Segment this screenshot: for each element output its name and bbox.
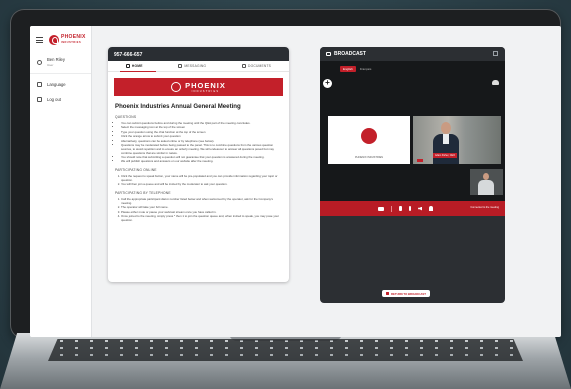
meeting-document: Phoenix Industries Annual General Meetin… <box>108 96 289 223</box>
phoenix-banner: PHOENIX INDUSTRIES <box>114 78 283 96</box>
person-icon[interactable] <box>429 206 434 211</box>
volume-icon[interactable] <box>418 206 423 211</box>
return-to-broadcast-button[interactable]: RETURN TO BROADCAST <box>382 290 430 297</box>
questions-list: You can submit questions before and duri… <box>115 121 282 164</box>
active-tab-indicator <box>120 71 156 72</box>
logout-icon <box>37 97 42 102</box>
left-nav: PHOENIX INDUSTRIES Ben Riley User Langua… <box>30 26 92 337</box>
call-controls: Connected to the meeting <box>320 201 505 216</box>
camera-icon[interactable] <box>378 206 384 211</box>
meeting-id: 957-666-657 <box>108 47 289 61</box>
nav-user[interactable]: Ben Riley User <box>30 52 91 74</box>
broadcast-icon <box>326 52 331 56</box>
list-item: Once joined to the meeting, simply press… <box>121 214 282 223</box>
user-icon <box>37 59 42 65</box>
expand-icon[interactable] <box>493 51 498 56</box>
broadcast-header: BROADCAST <box>320 47 505 61</box>
section-heading: QUESTIONS <box>115 115 137 119</box>
home-icon <box>125 64 130 68</box>
document-icon <box>242 64 247 68</box>
tab-documents[interactable]: DOCUMENTS <box>242 64 271 68</box>
meeting-panel: 957-666-657 HOME MESSAGING DOCUMENTS PHO… <box>108 47 289 282</box>
language-icon <box>37 82 42 87</box>
online-list: Click the request to speak button, your … <box>115 174 282 187</box>
nav-item-logout[interactable]: Log out <box>30 92 91 107</box>
video-stage: English Français + PHOENIX INDUSTRIES Ad… <box>320 61 505 216</box>
microphone-icon[interactable] <box>408 206 412 211</box>
app-screen: PHOENIX INDUSTRIES Ben Riley User Langua… <box>30 26 561 337</box>
phoenix-logo-icon <box>49 35 59 45</box>
list-item: Questions may be moderated before being … <box>121 143 282 155</box>
mic-indicator-icon <box>417 159 423 162</box>
user-name: Ben Riley User <box>47 57 65 67</box>
broadcast-panel: BROADCAST English Français + PHOENIX IND… <box>320 47 505 303</box>
list-item: You will then join a queue and will be i… <box>121 183 282 187</box>
section-heading: PARTICIPATING ONLINE <box>115 168 157 173</box>
tab-home[interactable]: HOME <box>125 64 143 68</box>
language-switch: English Français <box>340 66 371 72</box>
self-view-video <box>470 169 503 195</box>
divider <box>391 205 392 212</box>
presentation-slide: PHOENIX INDUSTRIES <box>328 116 410 164</box>
phoenix-logo-icon <box>171 82 182 92</box>
menu-icon[interactable] <box>36 37 43 43</box>
telephone-list: Call the appropriate participant dial-in… <box>115 197 282 223</box>
nav-item-language[interactable]: Language <box>30 77 91 92</box>
phoenix-logo-icon <box>361 128 377 144</box>
tab-messaging[interactable]: MESSAGING <box>178 64 206 68</box>
add-icon[interactable]: + <box>323 79 332 88</box>
nav-logo: PHOENIX INDUSTRIES <box>49 34 86 46</box>
raise-hand-icon[interactable] <box>398 206 402 211</box>
speaker-video: Adam Fisher, CEO <box>413 116 501 164</box>
laptop-keyboard <box>48 339 523 361</box>
nav-logo-text: PHOENIX INDUSTRIES <box>61 34 86 44</box>
connection-status: Connected to the meeting <box>470 206 499 209</box>
language-english[interactable]: English <box>340 66 356 72</box>
speaker-name: Adam Fisher, CEO <box>433 153 457 158</box>
participants-icon[interactable] <box>492 80 499 85</box>
broadcast-icon <box>386 292 389 295</box>
section-heading: PARTICIPATING BY TELEPHONE <box>115 191 171 196</box>
banner-word: PHOENIX INDUSTRIES <box>185 80 226 93</box>
document-title: Phoenix Industries Annual General Meetin… <box>115 103 241 110</box>
list-item: We will publish questions and answers on… <box>121 160 282 164</box>
chat-icon <box>178 64 183 68</box>
language-french[interactable]: Français <box>360 67 372 71</box>
